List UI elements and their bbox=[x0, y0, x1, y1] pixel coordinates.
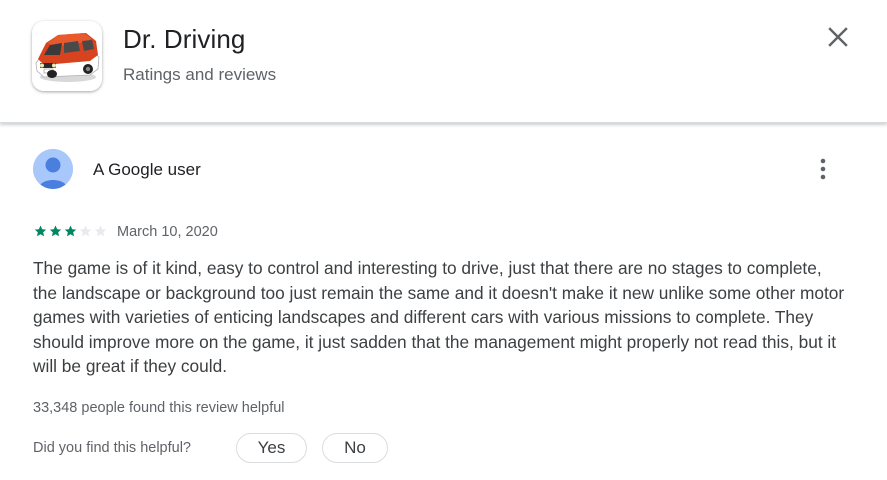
dialog-header: Dr. Driving Ratings and reviews bbox=[0, 0, 887, 123]
app-icon bbox=[32, 21, 102, 91]
star-filled-icon bbox=[34, 225, 47, 237]
ratings-reviews-dialog: Dr. Driving Ratings and reviews A Google… bbox=[0, 0, 887, 480]
star-empty-icon bbox=[94, 225, 107, 237]
no-button[interactable]: No bbox=[322, 433, 388, 463]
red-car-icon bbox=[32, 21, 102, 91]
review-text: The game is of it kind, easy to control … bbox=[33, 258, 845, 376]
review-date: March 10, 2020 bbox=[117, 224, 218, 240]
star-rating bbox=[33, 224, 108, 238]
dialog-subtitle: Ratings and reviews bbox=[123, 65, 277, 84]
yes-button[interactable]: Yes bbox=[236, 433, 307, 463]
star-filled-icon bbox=[64, 225, 77, 237]
reviewer-name: A Google user bbox=[93, 160, 201, 179]
more-options-button[interactable] bbox=[808, 154, 838, 184]
close-button[interactable] bbox=[818, 17, 858, 57]
close-icon bbox=[828, 27, 848, 47]
star-empty-icon bbox=[79, 225, 92, 237]
helpful-count: 33,348 people found this review helpful bbox=[33, 400, 285, 416]
more-vert-icon bbox=[820, 158, 826, 180]
avatar bbox=[33, 149, 73, 189]
star-filled-icon bbox=[49, 225, 62, 237]
helpful-question: Did you find this helpful? bbox=[33, 440, 191, 456]
app-title: Dr. Driving bbox=[123, 24, 246, 54]
default-avatar-icon bbox=[33, 149, 73, 189]
